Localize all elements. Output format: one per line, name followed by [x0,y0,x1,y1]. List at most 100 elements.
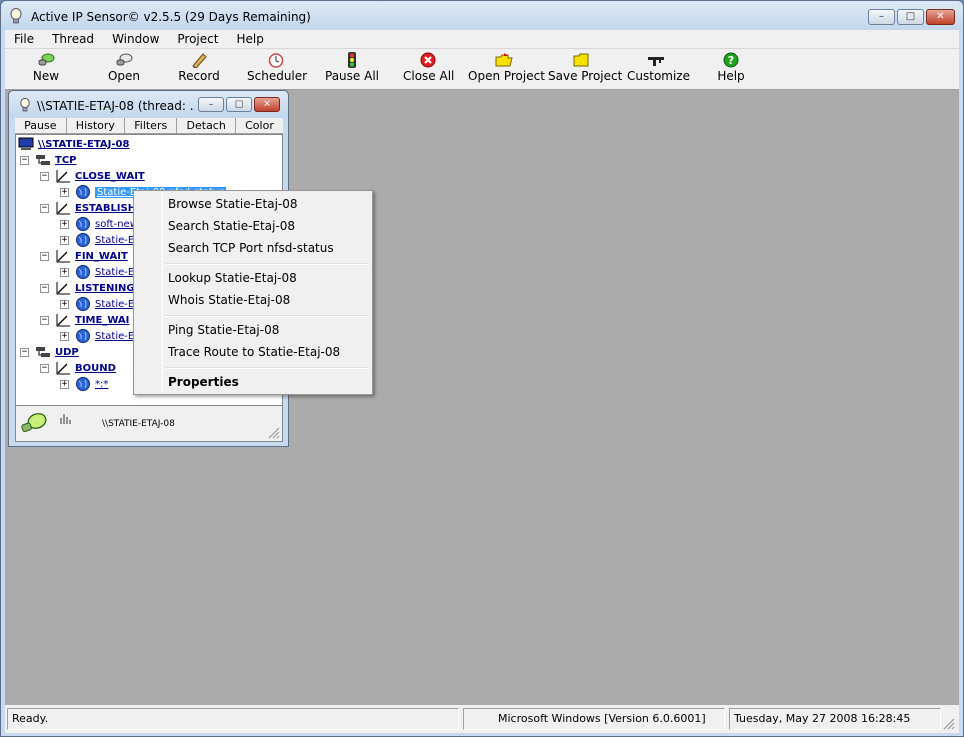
globe-icon [76,377,90,391]
collapse-icon[interactable]: − [40,251,49,261]
collapse-icon[interactable]: − [40,363,49,373]
tab-detach[interactable]: Detach [177,118,236,133]
lightbulb-icon [20,98,30,112]
tree-node-fin-wait[interactable]: − FIN_WAIT [40,248,128,264]
minimize-button[interactable]: – [868,9,895,25]
signal-bars-icon [60,414,71,424]
menu-item-trace-route[interactable]: Trace Route to Statie-Etaj-08 [168,345,340,359]
menu-item-ping[interactable]: Ping Statie-Etaj-08 [168,323,279,337]
expand-icon[interactable]: + [60,187,69,197]
tab-history[interactable]: History [67,118,126,133]
child-title-bar[interactable]: \\STATIE-ETAJ-08 (thread: ... – □ ✕ [9,91,288,118]
tree-node-time-wait[interactable]: − TIME_WAI [40,312,129,328]
close-button[interactable]: ✕ [926,9,955,25]
collapse-icon[interactable]: − [40,203,49,213]
tree-node-est-item-1[interactable]: + soft-new [60,216,138,232]
collapse-icon[interactable]: − [40,283,49,293]
status-bar: Ready. Microsoft Windows [Version 6.0.60… [5,705,959,733]
record-label: Record [178,69,220,83]
menu-separator [165,315,369,317]
menu-project[interactable]: Project [168,30,227,48]
tree-label-established: ESTABLISH [75,202,137,214]
tab-filters[interactable]: Filters [125,118,178,133]
tree-node-root[interactable]: \\STATIE-ETAJ-08 [18,136,129,152]
menu-window[interactable]: Window [103,30,168,48]
toolbar: New Open Record Scheduler Pause All Clos… [5,48,959,90]
close-circle-icon [420,52,436,68]
collapse-icon[interactable]: − [20,155,29,165]
scheduler-button[interactable]: Scheduler [247,51,307,89]
tab-pause[interactable]: Pause [15,118,67,133]
status-datetime: Tuesday, May 27 2008 16:28:45 [729,708,941,730]
expand-icon[interactable]: + [60,219,69,229]
menu-item-lookup[interactable]: Lookup Statie-Etaj-08 [168,271,297,285]
menu-item-search-port[interactable]: Search TCP Port nfsd-status [168,241,334,255]
collapse-icon[interactable]: − [20,347,29,357]
help-button[interactable]: ? Help [715,51,747,89]
tree-node-fin-item[interactable]: + Statie-Et [60,264,138,280]
customize-label: Customize [627,69,690,83]
open-button[interactable]: Open [105,51,143,89]
resize-grip-icon[interactable] [941,716,955,730]
new-button[interactable]: New [27,51,65,89]
save-project-button[interactable]: Save Project [548,51,622,89]
tree-label-close-wait: CLOSE_WAIT [75,170,145,182]
tree-node-listen-item[interactable]: + Statie-Et [60,296,138,312]
tree-node-bound[interactable]: − BOUND [40,360,116,376]
menu-help[interactable]: Help [227,30,272,48]
tree-label-time-wait: TIME_WAI [75,314,130,326]
tree-node-udp[interactable]: − UDP [20,344,79,360]
menu-item-properties[interactable]: Properties [168,375,239,389]
svg-text:?: ? [728,54,734,67]
tree-label-udp: UDP [55,346,79,358]
globe-icon [76,329,90,343]
menu-separator [165,367,369,369]
child-minimize-button[interactable]: – [198,97,224,112]
maximize-button[interactable]: □ [897,9,924,25]
menu-thread[interactable]: Thread [43,30,103,48]
tree-node-est-item-2[interactable]: + Statie-Et [60,232,138,248]
pause-all-button[interactable]: Pause All [325,51,379,89]
state-graph-icon [56,202,70,215]
maximize-icon: □ [234,99,244,109]
tree-label-tcp: TCP [55,154,77,166]
close-all-button[interactable]: Close All [403,51,454,89]
customize-button[interactable]: Customize [627,51,690,89]
close-icon: ✕ [936,11,945,22]
menu-item-search[interactable]: Search Statie-Etaj-08 [168,219,295,233]
record-button[interactable]: Record [177,51,221,89]
resize-grip-icon[interactable] [266,425,280,439]
menu-bar: File Thread Window Project Help [5,30,959,48]
tab-color[interactable]: Color [236,118,283,133]
tree-node-time-item[interactable]: + Statie-Et [60,328,138,344]
child-maximize-button[interactable]: □ [226,97,252,112]
globe-icon [76,185,90,199]
status-os-version: Microsoft Windows [Version 6.0.6001] [463,708,725,730]
open-project-button[interactable]: Open Project [468,51,545,89]
child-close-button[interactable]: ✕ [254,97,280,112]
expand-icon[interactable]: + [60,267,69,277]
menu-file[interactable]: File [5,30,43,48]
expand-icon[interactable]: + [60,299,69,309]
tree-label-listening: LISTENING [75,282,135,294]
menu-item-browse[interactable]: Browse Statie-Etaj-08 [168,197,298,211]
close-icon: ✕ [263,99,271,109]
expand-icon[interactable]: + [60,331,69,341]
title-bar[interactable]: Active IP Sensor© v2.5.5 (29 Days Remain… [1,1,963,31]
collapse-icon[interactable]: − [40,171,49,181]
tree-label-listen-item: Statie-Et [95,298,139,310]
collapse-icon[interactable]: − [40,315,49,325]
tree-node-close-wait[interactable]: − CLOSE_WAIT [40,168,145,184]
globe-icon [76,233,90,247]
tree-node-tcp[interactable]: − TCP [20,152,77,168]
expand-icon[interactable]: + [60,379,69,389]
state-graph-icon [56,362,70,375]
expand-icon[interactable]: + [60,235,69,245]
lightbulb-icon [10,8,22,24]
menu-item-whois[interactable]: Whois Statie-Etaj-08 [168,293,290,307]
tree-node-bound-item[interactable]: + *:* [60,376,108,392]
tree-label-est-item-1: soft-new [95,218,138,230]
tree-label-bound: BOUND [75,362,116,374]
tree-node-established[interactable]: − ESTABLISH [40,200,136,216]
tree-node-listening[interactable]: − LISTENING [40,280,135,296]
